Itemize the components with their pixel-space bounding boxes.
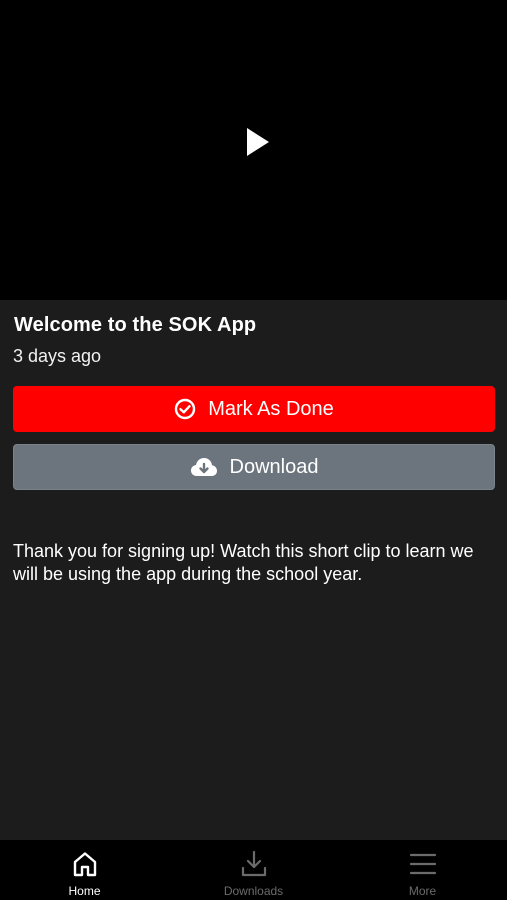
play-icon: [247, 128, 269, 156]
tab-downloads[interactable]: Downloads: [169, 840, 338, 900]
post-description: Thank you for signing up! Watch this sho…: [13, 541, 474, 584]
post-timestamp: 3 days ago: [13, 346, 102, 366]
bottom-tab-bar: Home Downloads More: [0, 840, 507, 900]
tab-more-label: More: [408, 884, 437, 898]
video-player[interactable]: [0, 0, 507, 300]
menu-icon: [409, 848, 437, 880]
post-title: Welcome to the SOK App: [14, 314, 257, 336]
download-icon: [240, 848, 268, 880]
check-circle-icon: [174, 398, 196, 420]
tab-home[interactable]: Home: [0, 840, 169, 900]
tab-downloads-label: Downloads: [223, 884, 284, 898]
download-button[interactable]: Download: [13, 444, 495, 490]
download-label: Download: [229, 455, 319, 478]
tab-more[interactable]: More: [338, 840, 507, 900]
app-screen: Welcome to the SOK App 3 days ago Mark A…: [0, 0, 507, 900]
mark-as-done-label: Mark As Done: [208, 397, 334, 420]
play-button[interactable]: [238, 122, 278, 162]
cloud-download-icon: [190, 456, 218, 478]
post-content: Welcome to the SOK App 3 days ago Mark A…: [0, 300, 507, 840]
home-icon: [71, 848, 99, 880]
tab-home-label: Home: [68, 884, 101, 898]
mark-as-done-button[interactable]: Mark As Done: [13, 386, 495, 432]
